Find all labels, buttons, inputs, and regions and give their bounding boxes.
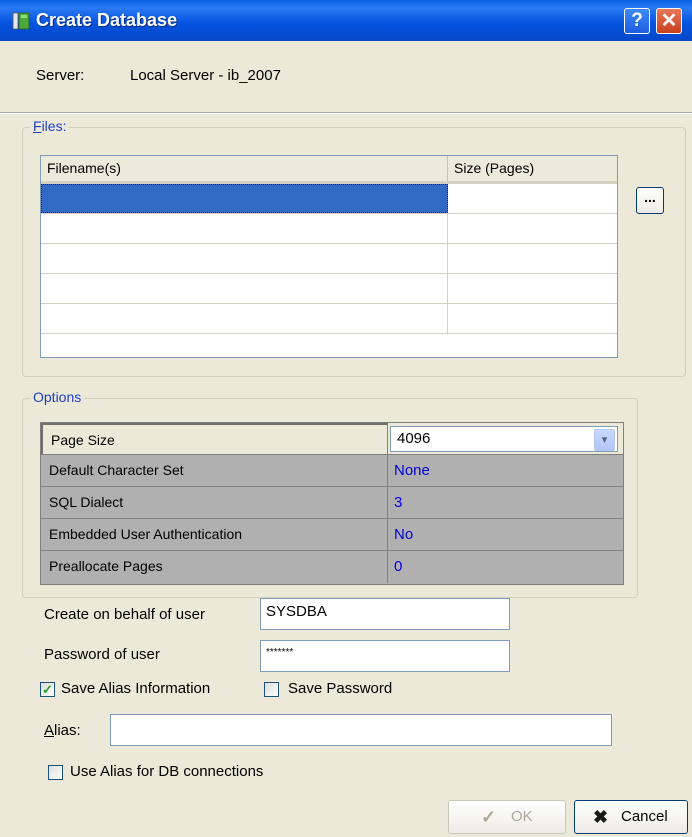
save-alias-checkbox[interactable]: ✓: [40, 682, 55, 697]
column-header-size[interactable]: Size (Pages): [448, 156, 617, 181]
behalf-label: Create on behalf of user: [44, 606, 205, 623]
ok-label: OK: [511, 808, 533, 825]
table-row[interactable]: [41, 244, 617, 274]
table-row[interactable]: [41, 304, 617, 334]
behalf-user-input[interactable]: SYSDBA: [260, 598, 510, 630]
browse-button[interactable]: ...: [636, 187, 664, 214]
table-row[interactable]: [41, 214, 617, 244]
column-header-filename[interactable]: Filename(s): [41, 156, 448, 181]
option-row-page-size[interactable]: Page Size 4096 ▾: [41, 423, 623, 455]
filename-cell[interactable]: [41, 274, 448, 303]
check-icon: ✓: [481, 807, 497, 827]
option-value[interactable]: 0: [388, 551, 623, 583]
option-value[interactable]: None: [388, 455, 623, 486]
cancel-button[interactable]: ✖ Cancel: [574, 800, 688, 834]
chevron-down-icon[interactable]: ▾: [594, 429, 615, 451]
option-label: Preallocate Pages: [41, 551, 388, 583]
option-label: SQL Dialect: [41, 487, 388, 518]
option-label: Embedded User Authentication: [41, 519, 388, 550]
option-row-charset[interactable]: Default Character Set None: [41, 455, 623, 487]
filename-cell[interactable]: [41, 214, 448, 243]
password-label: Password of user: [44, 646, 160, 663]
use-alias-checkbox[interactable]: [48, 765, 63, 780]
files-grid-header: Filename(s) Size (Pages): [41, 156, 617, 184]
password-input[interactable]: *******: [260, 640, 510, 672]
page-size-value: 4096: [397, 430, 431, 447]
option-row-embedded-auth[interactable]: Embedded User Authentication No: [41, 519, 623, 551]
filename-cell[interactable]: [41, 184, 448, 213]
alias-label-rest: lias:: [54, 722, 81, 739]
filename-cell[interactable]: [41, 304, 448, 333]
files-grid[interactable]: Filename(s) Size (Pages): [40, 155, 618, 358]
option-label: Default Character Set: [41, 455, 388, 486]
option-row-preallocate[interactable]: Preallocate Pages 0: [41, 551, 623, 583]
options-legend: Options: [30, 389, 85, 405]
close-button[interactable]: ✕: [656, 8, 682, 34]
server-label: Server:: [36, 67, 85, 84]
option-row-sql-dialect[interactable]: SQL Dialect 3: [41, 487, 623, 519]
cancel-x-icon: ✖: [593, 807, 609, 827]
title-bar[interactable]: Create Database ? ✕: [0, 0, 692, 41]
option-label: Page Size: [41, 423, 388, 454]
files-legend-rest: iles:: [41, 118, 67, 134]
table-row[interactable]: [41, 274, 617, 304]
window-title: Create Database: [36, 10, 178, 30]
save-password-checkbox[interactable]: [264, 682, 279, 697]
database-icon: [12, 12, 30, 30]
cancel-label: Cancel: [621, 808, 668, 825]
server-value: Local Server - ib_2007: [130, 67, 281, 84]
files-legend: Files:: [30, 118, 70, 134]
table-row[interactable]: [41, 184, 617, 214]
use-alias-label[interactable]: Use Alias for DB connections: [70, 763, 263, 780]
option-value[interactable]: No: [388, 519, 623, 550]
help-button[interactable]: ?: [624, 8, 650, 34]
options-grid: Page Size 4096 ▾ Default Character Set N…: [40, 422, 624, 585]
alias-input[interactable]: [110, 714, 612, 746]
header-separator: [0, 112, 692, 114]
create-database-dialog: Create Database ? ✕ Server: Local Server…: [0, 0, 692, 837]
save-password-label[interactable]: Save Password: [288, 680, 392, 697]
filename-cell[interactable]: [41, 244, 448, 273]
save-alias-label[interactable]: Save Alias Information: [61, 680, 210, 697]
ok-button[interactable]: ✓ OK: [448, 800, 566, 834]
alias-label: Alias:: [44, 722, 81, 739]
option-value[interactable]: 3: [388, 487, 623, 518]
page-size-select[interactable]: 4096 ▾: [390, 426, 618, 452]
